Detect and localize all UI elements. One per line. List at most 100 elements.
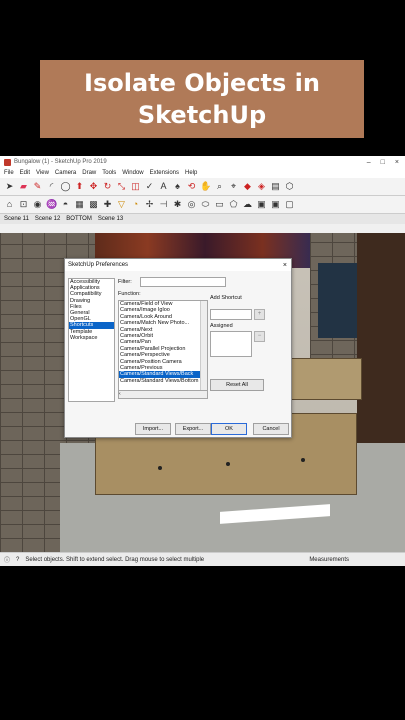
- cabinet-knob: [158, 466, 162, 470]
- category-list: Accessibility Applications Compatibility…: [68, 278, 115, 402]
- pan-icon[interactable]: ✋: [200, 181, 211, 192]
- stamp-icon[interactable]: ▦: [74, 199, 85, 210]
- menu-file[interactable]: File: [4, 170, 14, 176]
- toolbar-top: ➤ ▰ ✎ ◜ ◯ ⬆ ✥ ↻ ⤡ ◫ ✓ A ♠ ⟲ ✋ ⌕ ⌖ ◆ ◈ ▤ …: [0, 178, 405, 196]
- tv-screen: [318, 263, 358, 338]
- add-shortcut-input[interactable]: [210, 309, 252, 320]
- tab-bottom[interactable]: BOTTOM: [66, 216, 92, 222]
- xray-icon[interactable]: ⬭: [200, 199, 211, 210]
- zoom-icon[interactable]: ⌕: [214, 181, 225, 192]
- back-edges-icon[interactable]: ▭: [214, 199, 225, 210]
- cabinet-knob: [301, 458, 305, 462]
- shape-icon[interactable]: ◯: [60, 181, 71, 192]
- close-icon[interactable]: ×: [283, 262, 287, 269]
- tab-scene-11[interactable]: Scene 11: [4, 216, 29, 222]
- wireframe-icon[interactable]: ⬠: [228, 199, 239, 210]
- category-workspace[interactable]: Workspace: [69, 335, 114, 341]
- filter-input[interactable]: [140, 277, 226, 287]
- select-tool-icon[interactable]: ➤: [4, 181, 15, 192]
- iso-view-icon[interactable]: ⌂: [4, 199, 15, 210]
- menu-view[interactable]: View: [36, 170, 49, 176]
- info-icon[interactable]: ⓘ: [4, 555, 10, 564]
- top-view-icon[interactable]: ⊡: [18, 199, 29, 210]
- menu-help[interactable]: Help: [185, 170, 197, 176]
- window-title: Bungalow (1) - SketchUp Pro 2019: [14, 159, 107, 165]
- tape-icon[interactable]: ✓: [144, 181, 155, 192]
- text-icon[interactable]: A: [158, 181, 169, 192]
- add-shortcut-button[interactable]: +: [254, 309, 265, 320]
- smoove-icon[interactable]: ◓: [60, 199, 71, 210]
- measurements-label: Measurements: [309, 556, 349, 563]
- wall-shelf[interactable]: [290, 358, 362, 400]
- add-detail-icon[interactable]: ✚: [102, 199, 113, 210]
- cancel-button[interactable]: Cancel: [253, 423, 289, 435]
- protractor-icon[interactable]: ◔: [130, 199, 141, 210]
- paint-icon[interactable]: ♠: [172, 181, 183, 192]
- minimize-icon[interactable]: –: [367, 159, 371, 166]
- dialog-title: SketchUp Preferences: [68, 262, 129, 268]
- orbit-icon[interactable]: ⟲: [186, 181, 197, 192]
- ok-button[interactable]: OK: [211, 423, 247, 435]
- title-banner: Isolate Objects in SketchUp: [40, 60, 364, 138]
- walk-icon[interactable]: ✱: [172, 199, 183, 210]
- close-icon[interactable]: ×: [395, 159, 399, 166]
- offset-icon[interactable]: ◫: [130, 181, 141, 192]
- status-bar: ⓘ ? Select objects. Shift to extend sele…: [0, 552, 405, 566]
- banner-line-2: SketchUp: [137, 101, 267, 129]
- window-titlebar: Bungalow (1) - SketchUp Pro 2019 – □ ×: [0, 156, 405, 168]
- pencil-icon[interactable]: ✎: [32, 181, 43, 192]
- reset-all-button[interactable]: Reset All: [210, 379, 264, 391]
- layout-icon[interactable]: ▤: [270, 181, 281, 192]
- list-item[interactable]: Camera/Standard Views/Bottom: [119, 378, 207, 384]
- look-around-icon[interactable]: ◎: [186, 199, 197, 210]
- warehouse-icon[interactable]: ◆: [242, 181, 253, 192]
- dialog-titlebar: SketchUp Preferences ×: [65, 259, 291, 271]
- function-list-hscrollbar[interactable]: ‹: [118, 390, 208, 399]
- rotate-icon[interactable]: ↻: [102, 181, 113, 192]
- textured-icon[interactable]: ▣: [270, 199, 281, 210]
- axes-icon[interactable]: ✢: [144, 199, 155, 210]
- function-list-scrollbar[interactable]: [200, 301, 207, 391]
- function-list[interactable]: Camera/Field of View Camera/Image Igloo …: [118, 300, 208, 392]
- menu-window[interactable]: Window: [122, 170, 143, 176]
- status-text: Select objects. Shift to extend select. …: [25, 556, 205, 563]
- menu-edit[interactable]: Edit: [20, 170, 30, 176]
- drape-icon[interactable]: ▩: [88, 199, 99, 210]
- menu-extensions[interactable]: Extensions: [150, 170, 179, 176]
- hidden-line-icon[interactable]: ☁: [242, 199, 253, 210]
- extension-manager-icon[interactable]: ⬡: [284, 181, 295, 192]
- menu-camera[interactable]: Camera: [55, 170, 76, 176]
- eraser-icon[interactable]: ▰: [18, 181, 29, 192]
- monochrome-icon[interactable]: ▢: [284, 199, 295, 210]
- dimension-icon[interactable]: ⊣: [158, 199, 169, 210]
- tab-scene-13[interactable]: Scene 13: [98, 216, 123, 222]
- export-button[interactable]: Export...: [175, 423, 211, 435]
- menu-bar: File Edit View Camera Draw Tools Window …: [0, 168, 405, 178]
- shaded-icon[interactable]: ▣: [256, 199, 267, 210]
- assigned-list[interactable]: [210, 331, 252, 357]
- scene-tabs: Scene 11 Scene 12 BOTTOM Scene 13: [0, 214, 405, 224]
- help-icon[interactable]: ?: [16, 557, 19, 563]
- sandbox-icon[interactable]: ♒: [46, 199, 57, 210]
- scale-icon[interactable]: ⤡: [116, 181, 127, 192]
- cabinet-knob: [226, 462, 230, 466]
- section-plane-icon[interactable]: ◉: [32, 199, 43, 210]
- tab-scene-12[interactable]: Scene 12: [35, 216, 60, 222]
- maximize-icon[interactable]: □: [381, 159, 385, 166]
- move-icon[interactable]: ✥: [88, 181, 99, 192]
- banner-line-1: Isolate Objects in: [84, 69, 320, 97]
- menu-draw[interactable]: Draw: [82, 170, 96, 176]
- scroll-left-icon[interactable]: ‹: [119, 391, 121, 397]
- arc-icon[interactable]: ◜: [46, 181, 57, 192]
- function-label: Function:: [118, 291, 141, 297]
- menu-tools[interactable]: Tools: [102, 170, 116, 176]
- flip-edge-icon[interactable]: ▽: [116, 199, 127, 210]
- zoom-extents-icon[interactable]: ⌖: [228, 181, 239, 192]
- remove-shortcut-button[interactable]: −: [254, 331, 265, 342]
- push-pull-icon[interactable]: ⬆: [74, 181, 85, 192]
- filter-label: Filter:: [118, 279, 132, 285]
- extension-icon[interactable]: ◈: [256, 181, 267, 192]
- assigned-label: Assigned: [210, 323, 233, 329]
- toolbar-views: ⌂ ⊡ ◉ ♒ ◓ ▦ ▩ ✚ ▽ ◔ ✢ ⊣ ✱ ◎ ⬭ ▭ ⬠ ☁ ▣ ▣ …: [0, 196, 405, 214]
- import-button[interactable]: Import...: [135, 423, 171, 435]
